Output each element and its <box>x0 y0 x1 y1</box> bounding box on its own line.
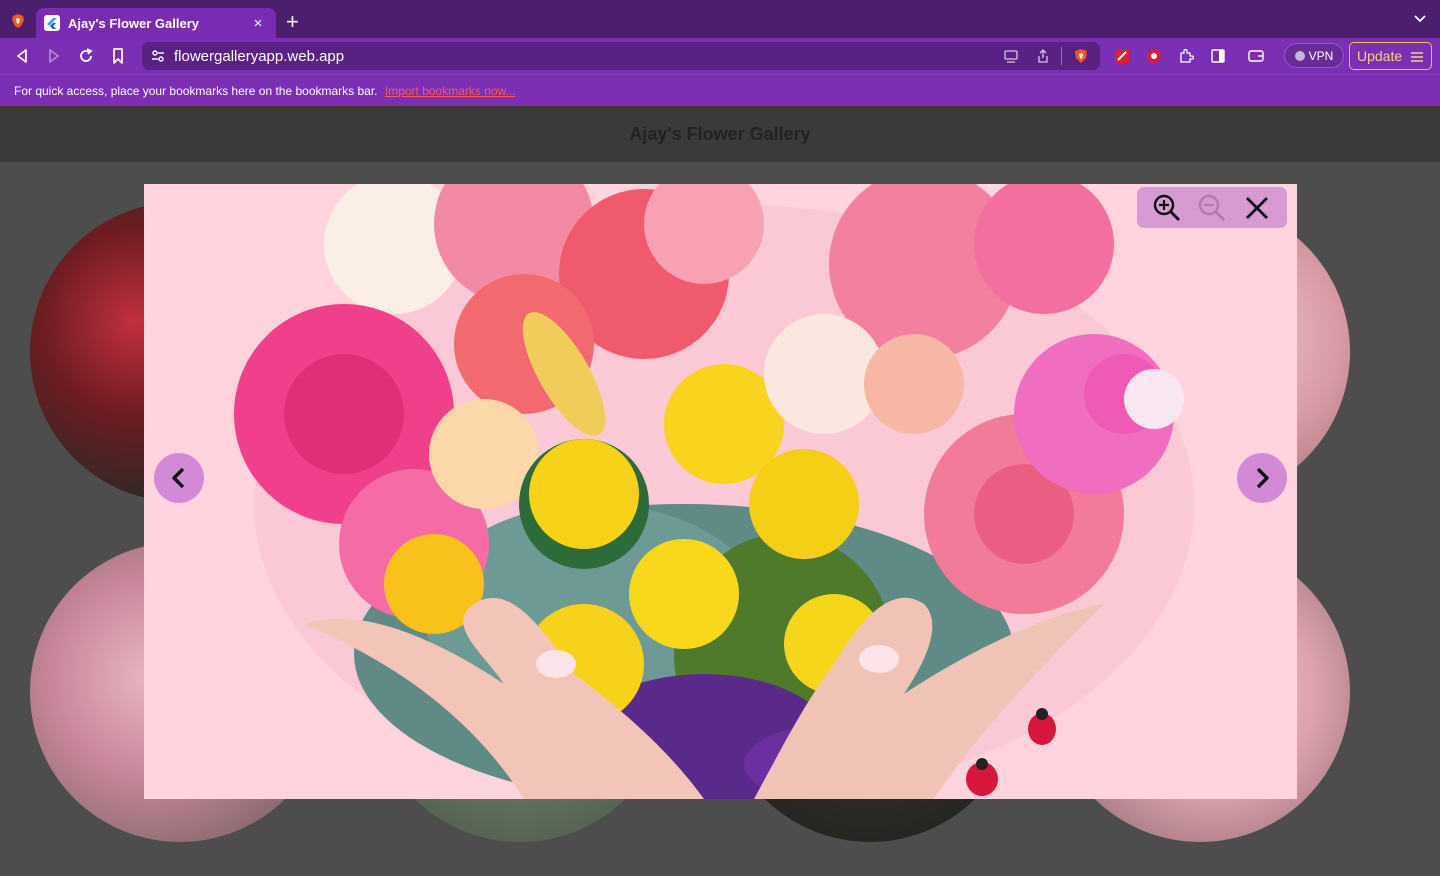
new-tab-button[interactable]: + <box>286 11 299 33</box>
tab-strip: Ajay's Flower Gallery × + <box>0 0 1440 38</box>
update-button[interactable]: Update <box>1349 42 1432 70</box>
vpn-label: VPN <box>1308 48 1334 63</box>
import-bookmarks-link[interactable]: Import bookmarks now... <box>385 84 516 98</box>
site-settings-icon[interactable] <box>151 49 165 63</box>
tab-list-chevron-icon[interactable] <box>1414 14 1426 24</box>
share-icon[interactable] <box>1035 48 1051 64</box>
zoom-in-icon <box>1154 194 1181 221</box>
sidebar-toggle-icon[interactable] <box>1210 48 1226 64</box>
app-bar: Ajay's Flower Gallery <box>0 106 1440 162</box>
vpn-button[interactable]: VPN <box>1284 43 1344 68</box>
next-image-button[interactable] <box>1237 453 1287 503</box>
back-icon[interactable] <box>12 46 32 66</box>
bookmarks-bar-message: For quick access, place your bookmarks h… <box>14 84 378 98</box>
wallet-icon[interactable] <box>1248 48 1264 64</box>
browser-toolbar: flowergalleryapp.web.app VPN Update <box>0 38 1440 74</box>
tab-active[interactable]: Ajay's Flower Gallery × <box>36 8 276 38</box>
flower-heart-photo <box>144 184 1297 799</box>
omnibox-divider <box>1061 47 1062 65</box>
address-bar[interactable]: flowergalleryapp.web.app <box>142 42 1100 70</box>
extension-rewards-icon[interactable] <box>1146 48 1162 64</box>
extensions-puzzle-icon[interactable] <box>1178 48 1194 64</box>
menu-hamburger-icon <box>1411 52 1423 62</box>
chevron-left-icon <box>172 467 185 489</box>
previous-image-button[interactable] <box>154 453 204 503</box>
cast-icon[interactable] <box>1003 48 1019 64</box>
image-lightbox <box>144 184 1297 799</box>
tab-title: Ajay's Flower Gallery <box>68 15 199 31</box>
zoom-out-button[interactable] <box>1196 192 1228 224</box>
brave-logo-icon <box>12 14 24 28</box>
close-icon <box>1245 196 1268 219</box>
bookmark-icon[interactable] <box>108 46 128 66</box>
zoom-out-icon <box>1198 194 1226 221</box>
flutter-favicon-icon <box>44 15 60 31</box>
extension-red-icon[interactable] <box>1114 48 1130 64</box>
zoom-in-button[interactable] <box>1151 192 1183 224</box>
chevron-right-icon <box>1256 467 1269 489</box>
lightbox-toolbar <box>1137 187 1287 228</box>
bookmarks-bar: For quick access, place your bookmarks h… <box>0 74 1440 106</box>
update-label: Update <box>1357 48 1403 64</box>
close-lightbox-button[interactable] <box>1241 192 1273 224</box>
tab-close-icon[interactable]: × <box>250 15 266 32</box>
page-title: Ajay's Flower Gallery <box>629 124 811 144</box>
address-url[interactable]: flowergalleryapp.web.app <box>174 48 344 65</box>
vpn-status-icon <box>1294 50 1305 61</box>
reload-icon[interactable] <box>76 46 96 66</box>
forward-icon[interactable] <box>44 46 64 66</box>
brave-shields-icon[interactable] <box>1073 48 1089 64</box>
